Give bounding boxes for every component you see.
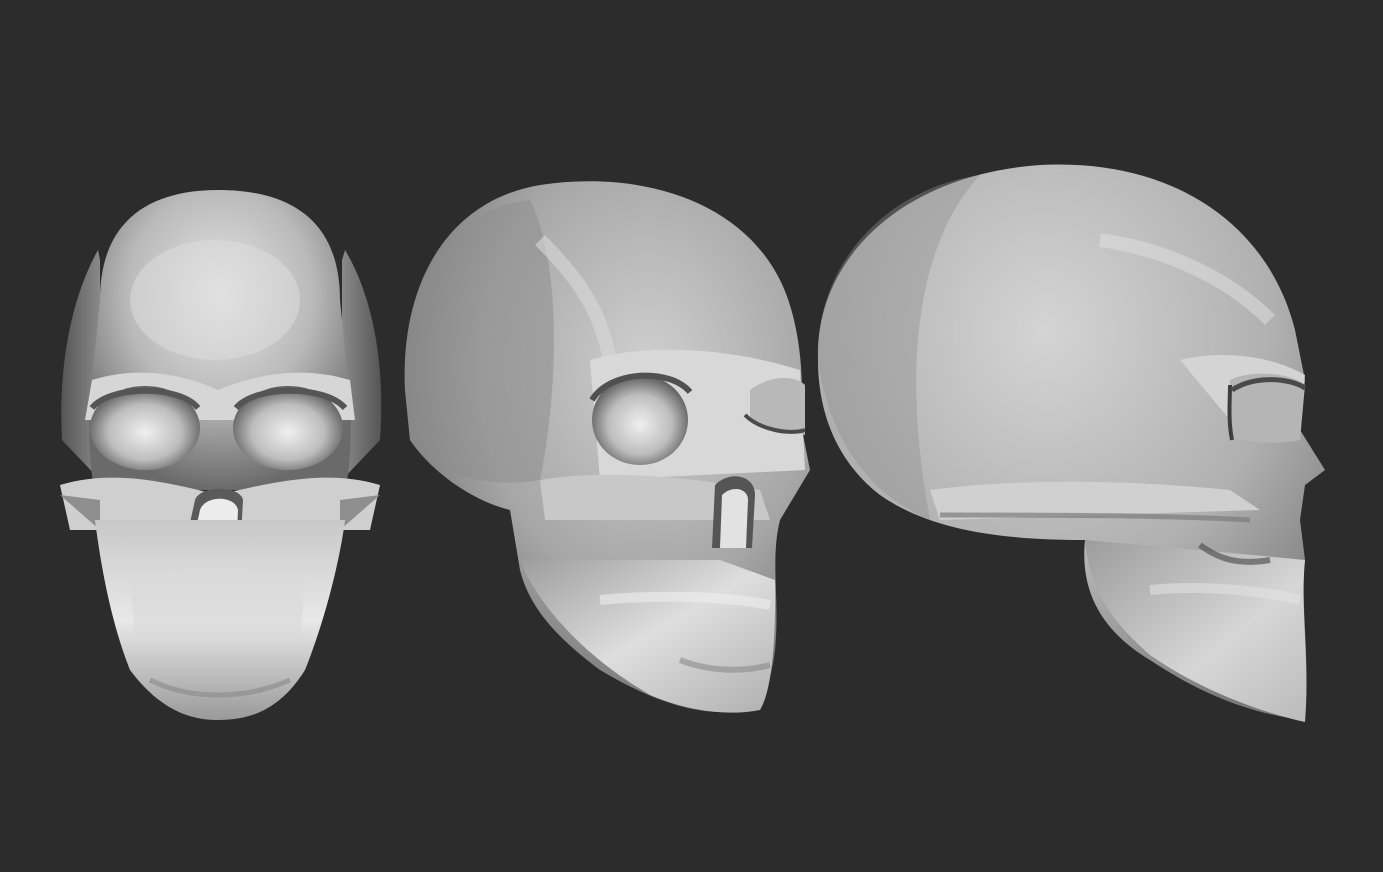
skull-front-icon	[60, 190, 382, 720]
skull-renders	[60, 164, 1325, 722]
skull-side-icon	[817, 164, 1325, 722]
sculpt-viewport[interactable]	[0, 0, 1383, 872]
skull-three-quarter-icon	[404, 181, 810, 713]
